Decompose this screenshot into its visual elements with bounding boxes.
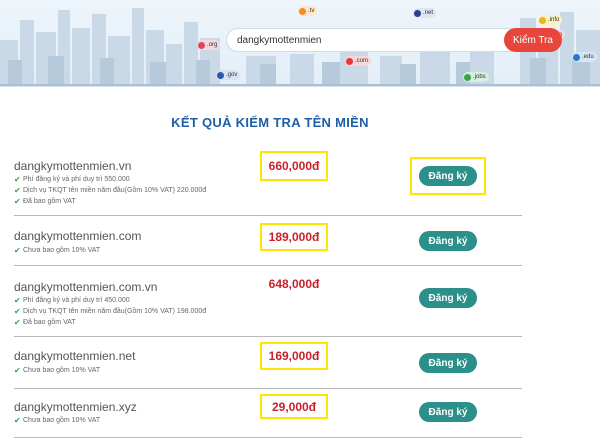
result-notes: ✔ Chưa bao gồm 10% VAT bbox=[14, 365, 100, 376]
result-row-xyz: dangkymottenmien.xyz ✔ Chưa bao gồm 10% V… bbox=[14, 393, 522, 436]
gov-icon bbox=[217, 71, 224, 79]
register-button[interactable]: Đăng ký bbox=[419, 166, 477, 186]
tld-label: .org bbox=[207, 42, 218, 48]
result-row-com-vn: dangkymottenmien.com.vn ✔ Phí đăng ký và … bbox=[14, 276, 522, 336]
tld-label: .info bbox=[548, 17, 560, 23]
tld-tag-org: .org bbox=[197, 40, 221, 50]
tld-label: .edu bbox=[582, 54, 594, 60]
tld-label: .tv bbox=[308, 8, 315, 14]
tld-label: .jobs bbox=[473, 74, 486, 80]
note-item: ✔ Phí đăng ký và phí duy trì 550.000 bbox=[14, 175, 130, 184]
domain-name: dangkymottenmien.com.vn bbox=[14, 280, 158, 294]
tld-tag-net: .net bbox=[413, 8, 437, 18]
results-title: KẾT QUẢ KIỂM TRA TÊN MIỀN bbox=[171, 115, 369, 130]
note-item: ✔ Chưa bao gồm 10% VAT bbox=[14, 366, 101, 375]
register-button[interactable]: Đăng ký bbox=[419, 402, 477, 422]
check-icon: ✔ bbox=[14, 175, 21, 184]
jobs-icon bbox=[464, 73, 471, 81]
price-highlighted: 169,000đ bbox=[260, 342, 328, 370]
price: 648,000đ bbox=[268, 277, 320, 291]
domain-name: dangkymottenmien.vn bbox=[14, 159, 132, 173]
register-button[interactable]: Đăng ký bbox=[419, 231, 477, 251]
note-item: ✔ Chưa bao gồm 10% VAT bbox=[14, 246, 101, 255]
tld-tag-edu: .edu bbox=[572, 52, 597, 62]
result-notes: ✔ Chưa bao gồm 10% VAT bbox=[14, 415, 100, 426]
check-icon: ✔ bbox=[14, 366, 21, 375]
row-divider bbox=[14, 215, 522, 216]
check-icon: ✔ bbox=[14, 296, 21, 305]
tld-tag-jobs: .jobs bbox=[463, 72, 489, 82]
check-icon: ✔ bbox=[14, 186, 21, 195]
info-icon bbox=[539, 16, 546, 24]
tld-tag-com: .com bbox=[345, 56, 372, 66]
register-button[interactable]: Đăng ký bbox=[419, 353, 477, 373]
tld-label: .gov bbox=[226, 72, 238, 78]
note-item: ✔ Phí đăng ký và phí duy trì 450.000 bbox=[14, 296, 130, 305]
domain-search-box: Kiểm Tra bbox=[226, 28, 562, 52]
tld-tag-gov: .gov bbox=[216, 70, 241, 80]
tld-label: .net bbox=[423, 10, 434, 16]
org-icon bbox=[198, 41, 205, 49]
row-divider bbox=[14, 336, 522, 337]
register-button-highlight: Đăng ký bbox=[410, 157, 486, 195]
domain-search-input[interactable] bbox=[227, 29, 497, 51]
row-divider bbox=[14, 265, 522, 266]
tld-tag-tv: .tv bbox=[298, 6, 318, 16]
check-domain-button[interactable]: Kiểm Tra bbox=[504, 28, 562, 52]
result-notes: ✔ Phí đăng ký và phí duy trì 550.000 ✔ Dịc… bbox=[14, 174, 206, 207]
row-divider bbox=[14, 388, 522, 389]
check-icon: ✔ bbox=[14, 416, 21, 425]
check-icon: ✔ bbox=[14, 307, 21, 316]
result-notes: ✔ Chưa bao gồm 10% VAT bbox=[14, 245, 100, 256]
tld-tag-info: .info bbox=[538, 15, 563, 25]
row-divider bbox=[14, 437, 522, 438]
edu-icon bbox=[573, 53, 580, 61]
note-item: ✔ Đã bao gồm VAT bbox=[14, 318, 76, 327]
result-row-com: dangkymottenmien.com ✔ Chưa bao gồm 10% V… bbox=[14, 222, 522, 265]
note-item: ✔ Dịch vụ TKQT tên miền năm đầu(Gồm 10% V… bbox=[14, 307, 207, 316]
note-item: ✔ Dịch vụ TKQT tên miền năm đầu(Gồm 10% V… bbox=[14, 186, 207, 195]
domain-name: dangkymottenmien.xyz bbox=[14, 400, 137, 414]
register-button-wrap: Đăng ký bbox=[410, 222, 486, 260]
price-highlighted: 189,000đ bbox=[260, 223, 328, 251]
price-highlighted: 660,000đ bbox=[260, 151, 328, 181]
register-button-wrap: Đăng ký bbox=[410, 279, 486, 317]
note-item: ✔ Đã bao gồm VAT bbox=[14, 197, 76, 206]
check-icon: ✔ bbox=[14, 318, 21, 327]
result-notes: ✔ Phí đăng ký và phí duy trì 450.000 ✔ Dịc… bbox=[14, 295, 206, 328]
check-icon: ✔ bbox=[14, 197, 21, 206]
result-row-net: dangkymottenmien.net ✔ Chưa bao gồm 10% V… bbox=[14, 342, 522, 384]
domain-name: dangkymottenmien.net bbox=[14, 349, 136, 363]
note-item: ✔ Chưa bao gồm 10% VAT bbox=[14, 416, 101, 425]
register-button-wrap: Đăng ký bbox=[410, 344, 486, 382]
net-icon bbox=[414, 9, 421, 17]
result-row-vn: dangkymottenmien.vn ✔ Phí đăng ký và phí … bbox=[14, 151, 522, 215]
tv-icon bbox=[299, 7, 306, 15]
domain-name: dangkymottenmien.com bbox=[14, 229, 142, 243]
register-button-wrap: Đăng ký bbox=[410, 393, 486, 431]
price-highlighted: 29,000đ bbox=[260, 394, 328, 419]
register-button[interactable]: Đăng ký bbox=[419, 288, 477, 308]
tld-label: .com bbox=[355, 58, 369, 64]
com-icon bbox=[346, 57, 353, 65]
check-icon: ✔ bbox=[14, 246, 21, 255]
header-banner: .tv .net .info .org .com .gov .vn .edu .… bbox=[0, 0, 600, 87]
